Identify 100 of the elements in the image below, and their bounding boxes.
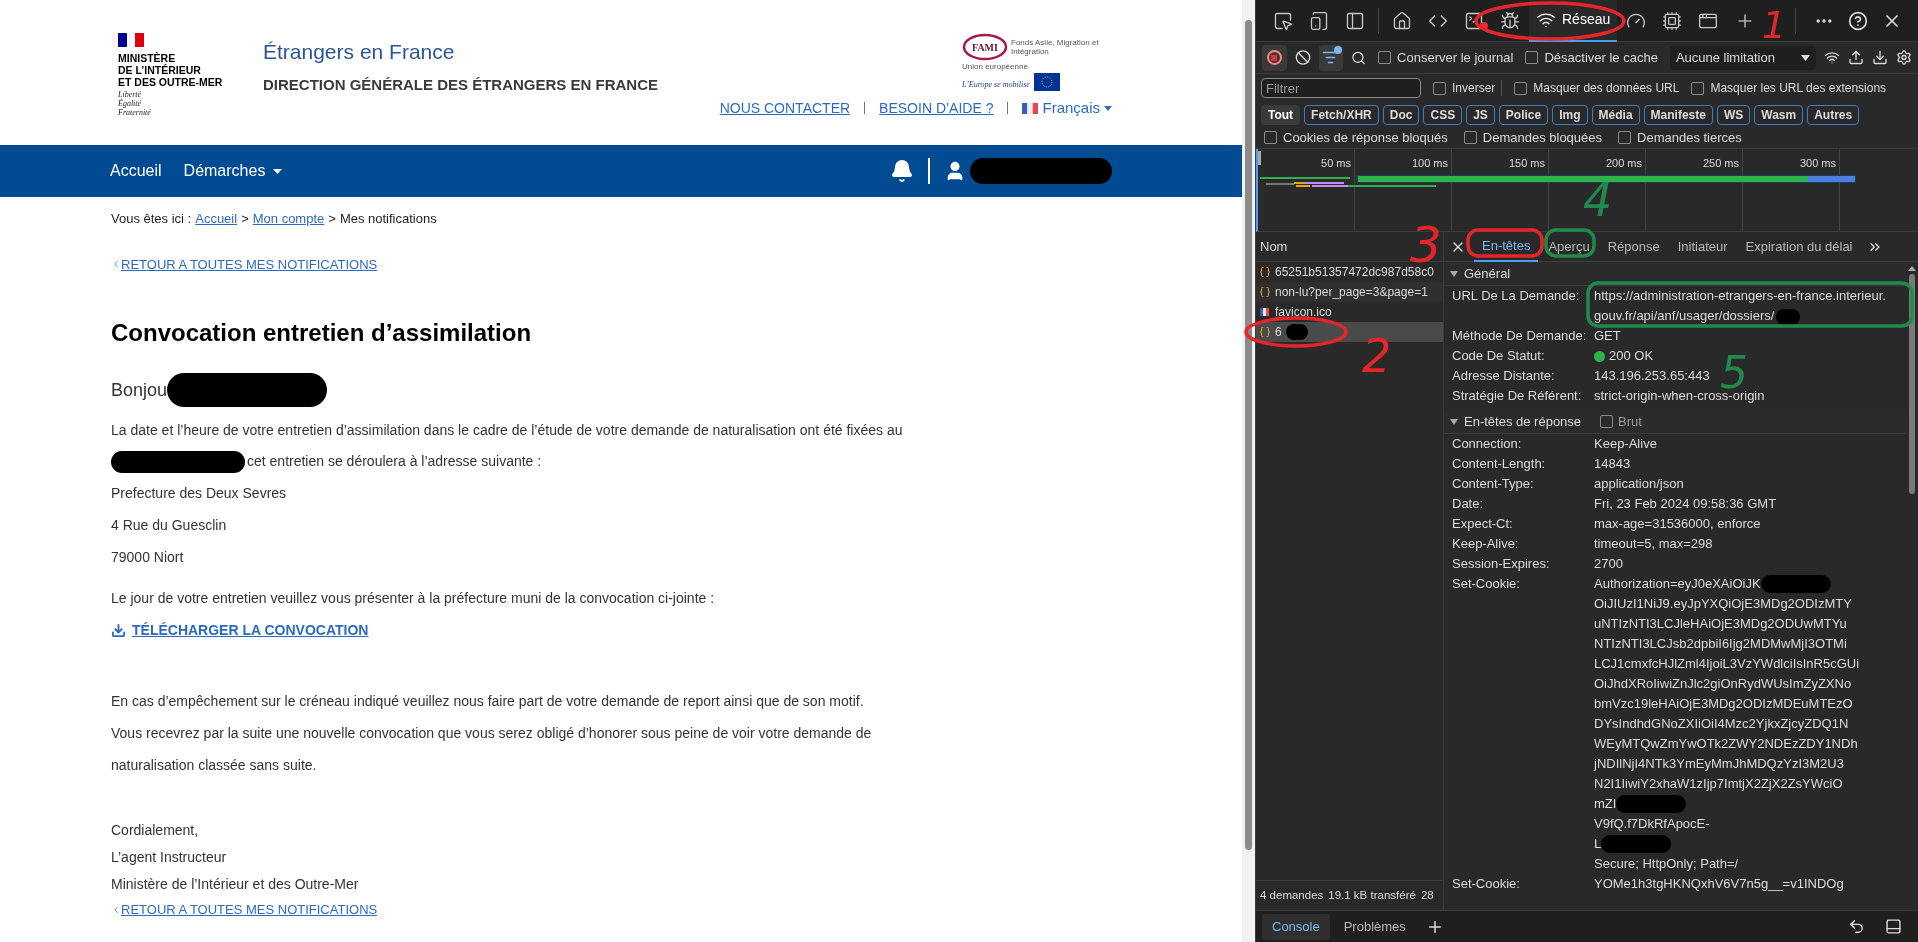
- header-value: YOMe1h3tgHKNQxhV6V7n5g__=v1INDOg: [1594, 875, 1844, 893]
- notification-heading: Convocation entretien d’assimilation: [111, 318, 533, 348]
- type-filter-chip[interactable]: Manifeste: [1643, 104, 1713, 125]
- record-button[interactable]: [1262, 44, 1287, 71]
- timeline-tick-label: 150 ms: [1508, 156, 1545, 169]
- header-value: 14843: [1594, 455, 1631, 473]
- checkbox[interactable]: [1691, 81, 1705, 95]
- type-filter-chip[interactable]: Autres: [1807, 104, 1860, 125]
- flag-icon: [118, 33, 144, 47]
- scrollbar-thumb[interactable]: [1909, 274, 1915, 494]
- checkbox[interactable]: [1264, 131, 1277, 144]
- header-link[interactable]: BESOIN D’AIDE ?: [879, 97, 994, 119]
- detail-tab[interactable]: Expiration du délai: [1737, 231, 1861, 262]
- checkbox[interactable]: [1525, 51, 1539, 64]
- header-value: max-age=31536000, enforce: [1594, 515, 1761, 533]
- header-value: jNDIlNjI4NTk3YmEyMmJhMDQzYzI3M2U3: [1594, 755, 1844, 773]
- request-row[interactable]: non-lu?per_page=3&page=1: [1256, 282, 1443, 302]
- header-value: uNTIzNTI3LCJleHAiOjE3MDg2ODUwMTYu: [1594, 615, 1847, 633]
- header-value: Keep-Alive: [1594, 435, 1657, 453]
- checkbox-label: Demandes bloquées: [1482, 128, 1603, 147]
- dock-icon[interactable]: [1848, 918, 1865, 935]
- sidebar-icon: [1345, 10, 1365, 31]
- bell-icon[interactable]: [890, 159, 914, 183]
- breadcrumb-link[interactable]: Accueil: [195, 209, 238, 229]
- device-icon: [1309, 10, 1329, 31]
- checkbox[interactable]: [1618, 131, 1632, 144]
- type-filter-chip[interactable]: Tout: [1261, 104, 1301, 125]
- body-text: cet entretien se déroulera à l’adresse suivante :: [247, 452, 542, 471]
- checkbox[interactable]: [1600, 415, 1613, 428]
- wifi-settings-icon[interactable]: [1823, 49, 1840, 66]
- nav-item[interactable]: Démarches: [183, 159, 283, 183]
- help-icon[interactable]: [1848, 10, 1868, 31]
- detail-tab[interactable]: Aperçu: [1540, 231, 1598, 262]
- settings-icon[interactable]: [1895, 49, 1912, 66]
- timeline-tick-label: 250 ms: [1702, 156, 1739, 169]
- chevron-left-icon: [111, 259, 121, 270]
- request-row[interactable]: 65251b51357472dc987d58c0: [1256, 262, 1443, 282]
- request-row[interactable]: favicon.ico: [1256, 302, 1443, 322]
- section-toggle-icon[interactable]: [1450, 418, 1458, 425]
- body-text: La date et l’heure de votre entretien d’assimilation dans le cadre de l’étude de votre demande de naturalisation ont été fixées au: [111, 421, 904, 440]
- checkbox[interactable]: [1433, 81, 1446, 95]
- motto-text: Égalité: [118, 99, 143, 108]
- header-value: Secure; HttpOnly; Path=/: [1594, 855, 1739, 873]
- header-value: WEyMTQwZmYwOTk2ZWY2NDEzZDY1NDh: [1594, 735, 1858, 753]
- timeline-handle[interactable]: [1258, 151, 1261, 165]
- bug-icon: [1500, 10, 1520, 31]
- detail-tab[interactable]: Réponse: [1599, 231, 1668, 262]
- type-filter-chip[interactable]: CSS: [1423, 104, 1463, 125]
- header-value: mZI: [1594, 795, 1617, 813]
- download-link[interactable]: TÉLÉCHARGER LA CONVOCATION: [111, 620, 369, 641]
- nav-item[interactable]: Accueil: [110, 159, 162, 183]
- filter-toggle[interactable]: [1318, 44, 1343, 71]
- status-text: 19.1 kB transféré: [1328, 887, 1416, 903]
- checkbox[interactable]: [1463, 131, 1477, 144]
- checkbox-label: Conserver le journal: [1397, 48, 1514, 67]
- status-text: 4 demandes: [1260, 887, 1324, 903]
- scrollbar[interactable]: [1242, 0, 1255, 942]
- scrollbar-thumb[interactable]: [1245, 20, 1252, 850]
- filter-field[interactable]: Filtrer: [1261, 78, 1421, 98]
- header-link[interactable]: NOUS CONTACTER: [719, 97, 851, 119]
- section-toggle-icon[interactable]: [1450, 270, 1458, 277]
- panel-icon[interactable]: [1885, 918, 1902, 935]
- site-subtitle: DIRECTION GÉNÉRALE DES ÉTRANGERS EN FRANCE: [263, 74, 659, 95]
- partner-caption: Fonds Asile, Migration et Intégration: [1011, 38, 1100, 56]
- search-icon[interactable]: [1351, 49, 1367, 66]
- header-name: Expect-Ct:: [1452, 515, 1514, 533]
- checkbox[interactable]: [1514, 81, 1528, 95]
- type-filter-chip[interactable]: Doc: [1382, 104, 1420, 125]
- checkbox-label: Masquer des données URL: [1533, 80, 1680, 97]
- drawer-tab[interactable]: Console: [1262, 913, 1330, 940]
- signature-line: Cordialement,: [111, 821, 200, 840]
- language-selector[interactable]: Français: [1022, 97, 1112, 120]
- breadcrumb-label: Vous êtes ici :: [111, 210, 192, 228]
- breadcrumb-link[interactable]: Mon compte: [252, 209, 325, 229]
- timeline-tick-label: 300 ms: [1799, 156, 1836, 169]
- checkbox[interactable]: [1378, 51, 1392, 64]
- header-value: 143.196.253.65:443: [1594, 367, 1710, 385]
- header-value: L: [1594, 835, 1602, 853]
- type-filter-chip[interactable]: WS: [1716, 104, 1751, 125]
- clear-icon[interactable]: [1294, 49, 1311, 66]
- type-filter-chip[interactable]: Média: [1591, 104, 1640, 125]
- chip-icon: [1662, 10, 1683, 31]
- type-filter-chip[interactable]: Police: [1498, 104, 1549, 125]
- header-value: https://administration-etrangers-en-france.interieur.gouv.fr/api/anf/usager/dossiers/: [1594, 287, 1887, 326]
- back-link[interactable]: RETOUR A TOUTES MES NOTIFICATIONS: [111, 900, 378, 920]
- braces-icon: [1259, 266, 1271, 278]
- type-filter-chip[interactable]: Img: [1552, 104, 1588, 125]
- throttling-select[interactable]: Aucune limitation: [1669, 45, 1816, 70]
- type-filter-chip[interactable]: Wasm: [1754, 104, 1804, 125]
- scroll-up-icon[interactable]: [1908, 266, 1916, 271]
- header-value: OiJhdXRoIiwiZnJlc2giOnRydWUsImZyZXNo: [1594, 675, 1852, 693]
- drawer-tab[interactable]: Problèmes: [1333, 913, 1416, 940]
- detail-tab[interactable]: Initiateur: [1669, 231, 1736, 262]
- download-icon[interactable]: [1871, 49, 1888, 66]
- upload-icon[interactable]: [1847, 49, 1864, 66]
- back-link[interactable]: RETOUR A TOUTES MES NOTIFICATIONS: [111, 254, 378, 274]
- type-filter-chip[interactable]: JS: [1466, 104, 1495, 125]
- header-value: strict-origin-when-cross-origin: [1594, 388, 1765, 405]
- timeline-tick-label: 200 ms: [1605, 156, 1642, 169]
- type-filter-chip[interactable]: Fetch/XHR: [1304, 104, 1379, 125]
